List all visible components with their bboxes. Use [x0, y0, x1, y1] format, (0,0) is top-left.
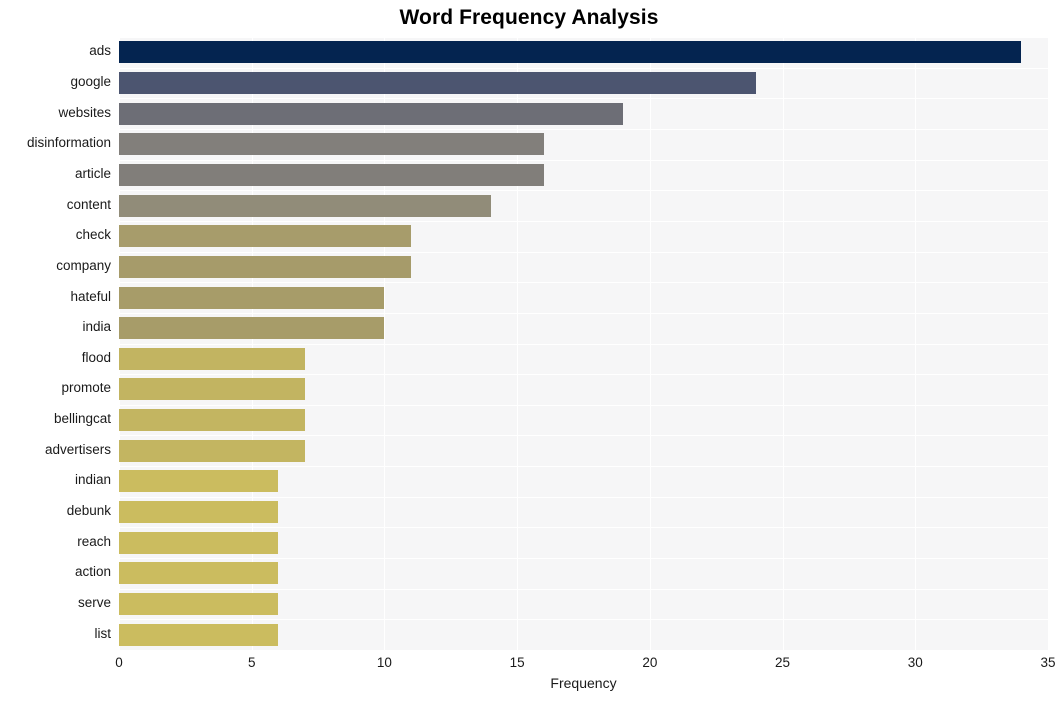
x-tick-label: 25: [775, 655, 791, 670]
x-tick-label: 5: [247, 655, 256, 670]
bar: [119, 470, 279, 493]
gridline-horizontal: [119, 282, 1048, 283]
bar: [119, 286, 385, 309]
chart-title: Word Frequency Analysis: [399, 6, 659, 29]
y-tick-label: hateful: [70, 288, 111, 304]
y-tick-label: india: [82, 319, 111, 335]
y-tick-label: content: [66, 196, 111, 212]
gridline-horizontal: [119, 374, 1048, 375]
y-axis-tick-labels: ads google websites disinformation article co…: [0, 37, 111, 650]
gridline-horizontal: [119, 405, 1048, 406]
bar: [119, 194, 491, 217]
bar: [119, 501, 279, 524]
x-tick-label: 0: [115, 655, 123, 670]
word-frequency-chart: Word Frequency Analysis ads google website…: [0, 0, 1058, 701]
gridline-horizontal: [119, 190, 1048, 191]
bar: [119, 71, 757, 94]
plot-area: [119, 37, 1048, 650]
gridline-horizontal: [119, 98, 1048, 99]
y-tick-label: disinformation: [26, 135, 111, 151]
y-tick-label: flood: [81, 349, 111, 365]
gridline-horizontal: [119, 129, 1048, 130]
x-tick-label: 15: [509, 655, 525, 670]
bar: [119, 102, 624, 125]
gridline-horizontal: [119, 221, 1048, 222]
y-tick-label: action: [74, 564, 111, 580]
y-tick-label: company: [56, 257, 111, 273]
x-tick-label: 10: [376, 655, 392, 670]
gridline-horizontal: [119, 589, 1048, 590]
bar: [119, 623, 279, 646]
gridline-horizontal: [119, 313, 1048, 314]
y-tick-label: promote: [61, 380, 111, 396]
gridline-horizontal: [119, 497, 1048, 498]
bar: [119, 317, 385, 340]
x-tick-label: 20: [642, 655, 658, 670]
gridline-horizontal: [119, 160, 1048, 161]
y-tick-label: indian: [74, 472, 111, 488]
y-tick-label: google: [70, 73, 111, 89]
x-tick-label: 35: [1040, 655, 1056, 670]
bar: [119, 409, 305, 432]
y-tick-label: ads: [89, 43, 111, 59]
y-tick-label: article: [74, 165, 111, 181]
y-tick-label: reach: [77, 533, 111, 549]
gridline-horizontal: [119, 435, 1048, 436]
bar: [119, 255, 411, 278]
bar: [119, 593, 279, 616]
bar: [119, 225, 411, 248]
x-axis-label: Frequency: [550, 675, 617, 691]
bar: [119, 133, 544, 156]
y-tick-label: advertisers: [44, 441, 111, 457]
gridline-horizontal: [119, 252, 1048, 253]
bar: [119, 41, 1022, 64]
y-tick-label: debunk: [66, 503, 111, 519]
y-tick-label: bellingcat: [53, 411, 111, 427]
bar: [119, 439, 305, 462]
y-tick-label: websites: [58, 104, 111, 120]
gridline-horizontal: [119, 527, 1048, 528]
bar: [119, 562, 279, 585]
bar: [119, 163, 544, 186]
gridline-horizontal: [119, 68, 1048, 69]
gridline-horizontal: [119, 37, 1048, 38]
y-tick-label: check: [75, 227, 111, 243]
x-tick-label: 30: [907, 655, 923, 670]
bar: [119, 531, 279, 554]
gridline-horizontal: [119, 558, 1048, 559]
bar: [119, 347, 305, 370]
bar: [119, 378, 305, 401]
gridline-horizontal: [119, 344, 1048, 345]
x-axis-tick-labels: 0 5 10 15 20 25 30 35: [115, 655, 1055, 677]
y-tick-label: serve: [77, 595, 111, 611]
gridline-horizontal: [119, 619, 1048, 620]
y-tick-label: list: [94, 625, 112, 641]
gridline-horizontal: [119, 466, 1048, 467]
